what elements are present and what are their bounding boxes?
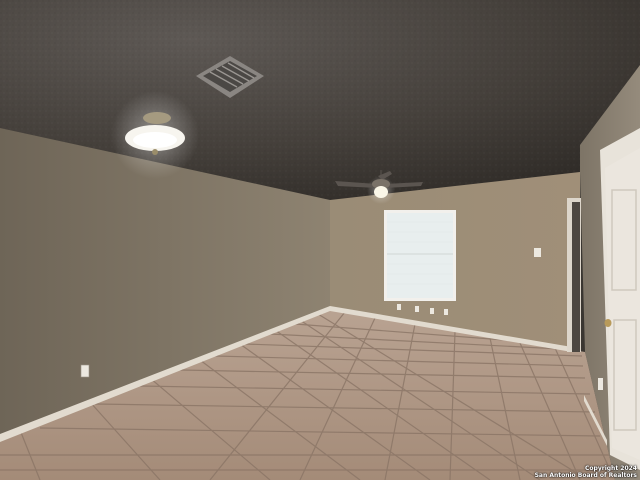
electrical-outlet bbox=[397, 304, 401, 310]
electrical-outlet bbox=[80, 364, 90, 378]
light-switch bbox=[534, 248, 541, 257]
empty-room-photo: Copyright 2024 San Antonio Board of Real… bbox=[0, 0, 640, 480]
copyright-watermark: Copyright 2024 San Antonio Board of Real… bbox=[535, 465, 637, 479]
electrical-outlet bbox=[598, 378, 603, 390]
electrical-outlet bbox=[444, 309, 448, 315]
watermark-line-1: Copyright 2024 bbox=[585, 465, 637, 472]
room-illustration bbox=[0, 0, 640, 480]
door-knob bbox=[604, 319, 612, 327]
electrical-outlet bbox=[430, 308, 434, 314]
doorway-opening bbox=[572, 202, 580, 352]
watermark-line-2: San Antonio Board of Realtors bbox=[534, 472, 637, 479]
window bbox=[387, 213, 453, 298]
ceiling-light-fixture-icon bbox=[111, 91, 199, 179]
electrical-outlet bbox=[415, 306, 419, 312]
